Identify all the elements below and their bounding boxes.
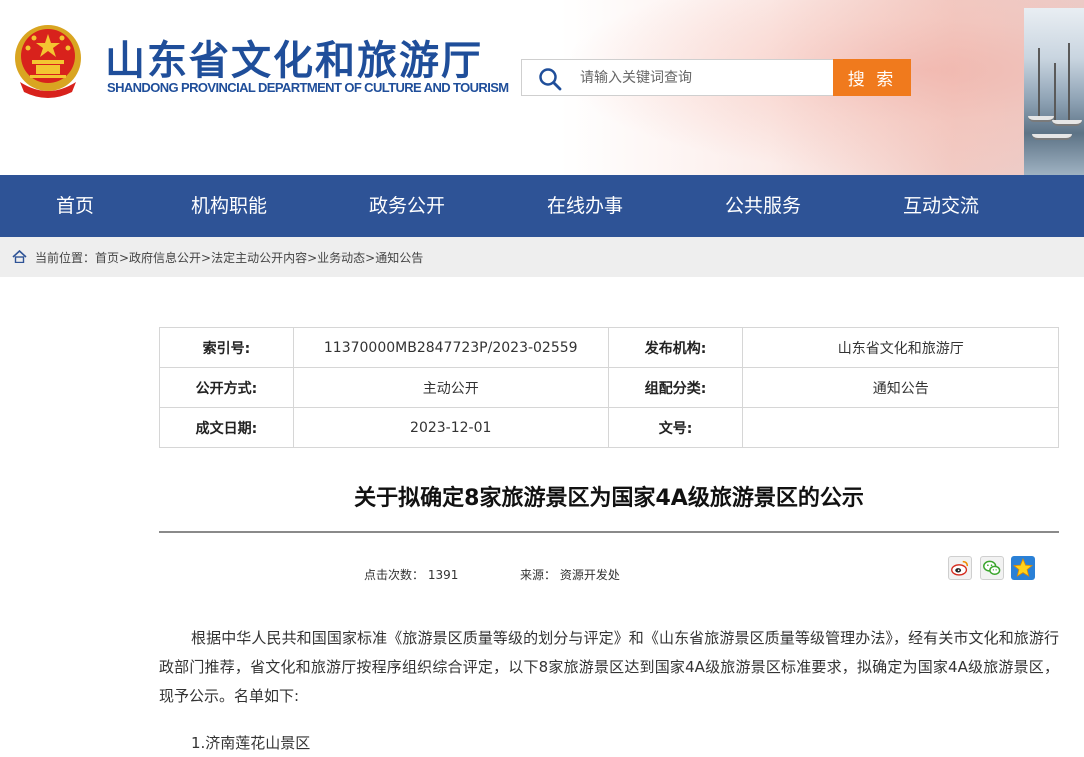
doc-no-label: 文号: (607, 407, 744, 448)
wechat-icon[interactable] (980, 556, 1004, 580)
main-nav: 首页 机构职能 政务公开 在线办事 公共服务 互动交流 (0, 175, 1084, 237)
home-icon (12, 250, 27, 263)
weibo-icon[interactable] (948, 556, 972, 580)
site-title: 山东省文化和旅游厅 (105, 38, 483, 84)
nav-item-public-services[interactable]: 公共服务 (725, 175, 801, 237)
breadcrumb: 当前位置：首页>政府信息公开>法定主动公开内容>业务动态>通知公告 (0, 237, 1084, 277)
search-input[interactable] (580, 60, 830, 95)
nav-item-gov-affairs[interactable]: 政务公开 (369, 175, 445, 237)
open-mode-value: 主动公开 (292, 367, 609, 408)
article-title: 关于拟确定8家旅游景区为国家4A级旅游景区的公示 (354, 486, 864, 511)
date-label: 成文日期: (159, 407, 294, 448)
publisher-value: 山东省文化和旅游厅 (742, 327, 1059, 368)
date-value: 2023-12-01 (292, 407, 609, 448)
qzone-icon[interactable] (1011, 556, 1035, 580)
category-label: 组配分类: (607, 367, 744, 408)
nav-item-interaction[interactable]: 互动交流 (903, 175, 979, 237)
breadcrumb-path[interactable]: 当前位置：首页>政府信息公开>法定主动公开内容>业务动态>通知公告 (35, 249, 423, 266)
index-value: 11370000MB2847723P/2023-02559 (292, 327, 609, 368)
title-divider (159, 531, 1059, 533)
views-label: 点击次数： (364, 568, 425, 582)
harbor-photo (1024, 8, 1084, 175)
index-label: 索引号: (159, 327, 294, 368)
article-source: 来源： 资源开发处 (520, 566, 620, 583)
site-header: 山东省文化和旅游厅 SHANDONG PROVINCIAL DEPARTMENT… (0, 0, 1084, 175)
document-meta-table: 索引号: 11370000MB2847723P/2023-02559 发布机构:… (159, 327, 1059, 448)
source-label: 来源： (520, 568, 557, 582)
doc-no-value (742, 407, 1059, 448)
views-value: 1391 (427, 568, 459, 582)
category-value: 通知公告 (742, 367, 1059, 408)
nav-item-functions[interactable]: 机构职能 (191, 175, 267, 237)
search-icon (539, 68, 562, 91)
search-button[interactable]: 搜 索 (833, 59, 911, 96)
search-bar: 搜 索 (521, 59, 911, 96)
nav-item-online-services[interactable]: 在线办事 (547, 175, 623, 237)
open-mode-label: 公开方式: (159, 367, 294, 408)
list-item: 1.济南莲花山景区 (191, 734, 311, 752)
publisher-label: 发布机构: (607, 327, 744, 368)
site-subtitle: SHANDONG PROVINCIAL DEPARTMENT OF CULTUR… (107, 80, 509, 95)
view-count: 点击次数： 1391 (364, 566, 458, 583)
article-body: 根据中华人民共和国国家标准《旅游景区质量等级的划分与评定》和《山东省旅游景区质量… (159, 629, 1059, 705)
national-emblem-icon (15, 25, 81, 98)
source-value: 资源开发处 (559, 568, 620, 582)
nav-item-home[interactable]: 首页 (56, 175, 94, 237)
